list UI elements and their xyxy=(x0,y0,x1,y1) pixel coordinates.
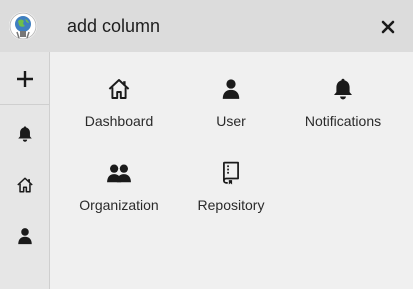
column-option-notifications[interactable]: Notifications xyxy=(284,75,402,135)
bell-icon xyxy=(334,78,352,100)
column-option-label: Repository xyxy=(197,197,265,213)
column-option-label: Notifications xyxy=(304,113,382,129)
organization-icon xyxy=(107,164,131,183)
header: add column xyxy=(0,0,413,52)
sidebar-item-home[interactable] xyxy=(0,173,49,197)
column-type-grid: Dashboard User Notifications Organizatio… xyxy=(50,52,413,289)
home-icon xyxy=(108,79,130,99)
sidebar-item-user[interactable] xyxy=(0,224,49,248)
sidebar xyxy=(0,52,50,289)
avatar-globe-icon[interactable] xyxy=(9,12,37,40)
column-option-user[interactable]: User xyxy=(172,75,290,135)
sidebar-item-notifications[interactable] xyxy=(0,122,49,146)
user-icon xyxy=(17,228,32,245)
sidebar-divider xyxy=(0,104,49,105)
column-option-organization[interactable]: Organization xyxy=(60,159,178,219)
page-title: add column xyxy=(67,16,161,36)
sidebar-add-column-button[interactable] xyxy=(0,66,49,92)
home-icon xyxy=(16,177,33,193)
close-icon[interactable] xyxy=(377,16,399,38)
column-option-repository[interactable]: Repository xyxy=(172,159,290,219)
plus-icon xyxy=(16,71,33,87)
user-icon xyxy=(222,79,240,99)
repository-icon xyxy=(223,161,239,185)
bell-icon xyxy=(17,126,32,142)
column-option-dashboard[interactable]: Dashboard xyxy=(60,75,178,135)
